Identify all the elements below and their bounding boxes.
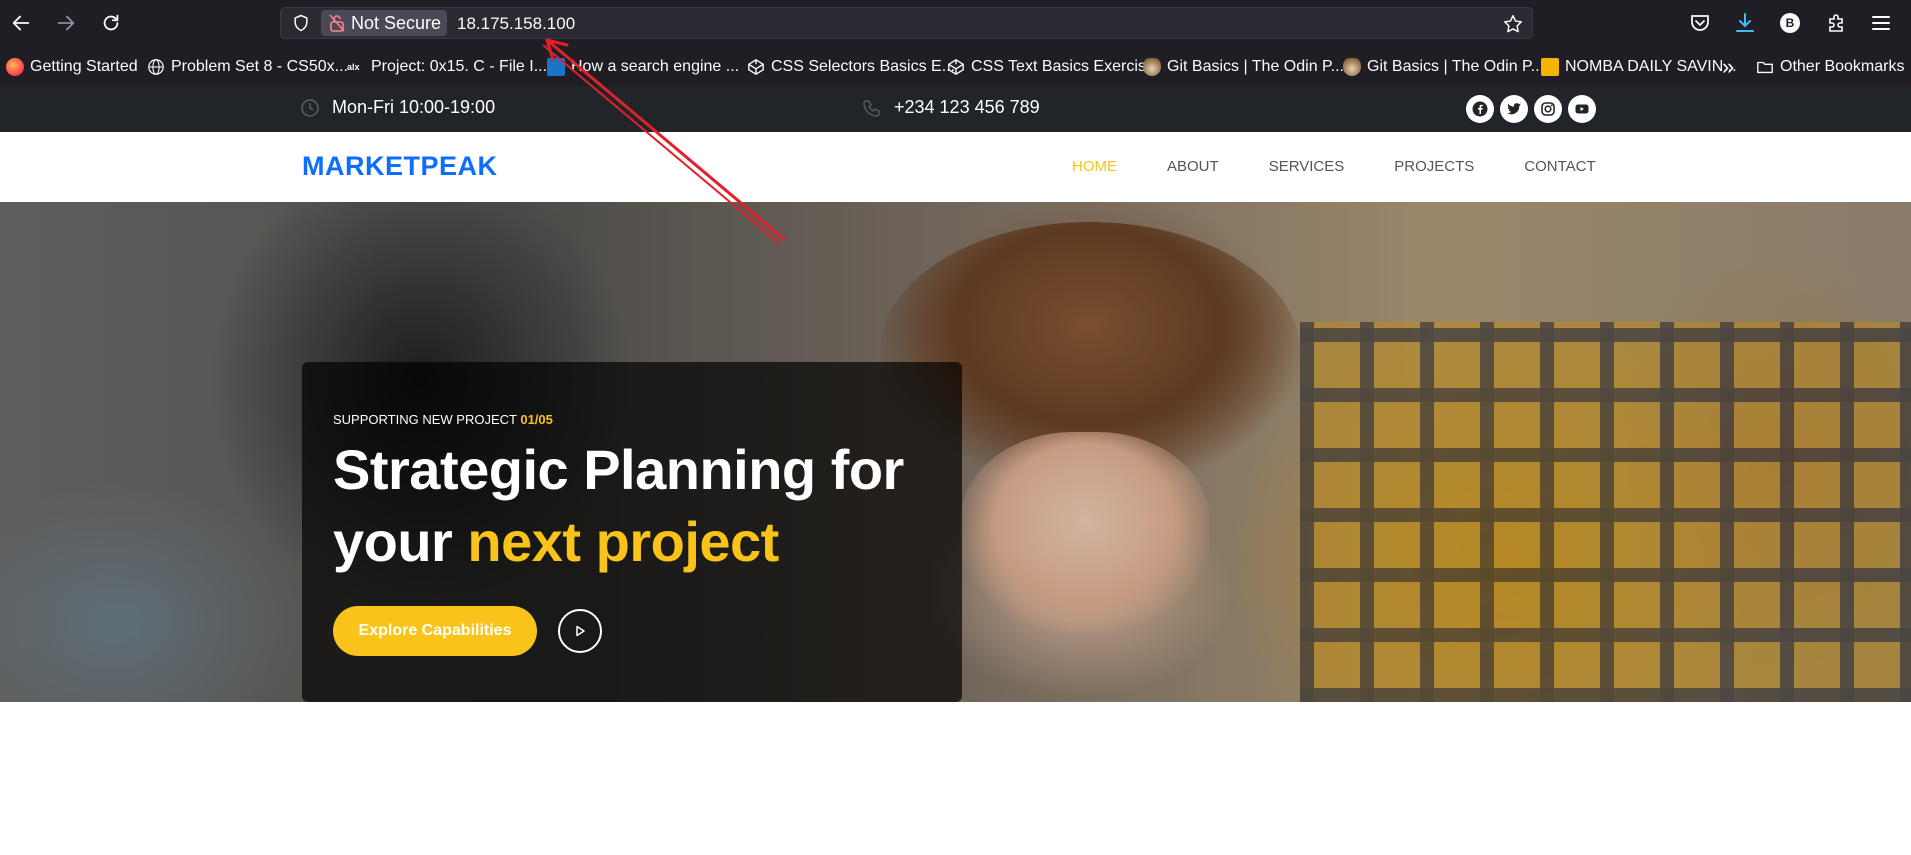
hero-title: Strategic Planning for your next project	[333, 434, 953, 578]
back-button[interactable]	[7, 9, 35, 37]
slide-counter: 01/05	[520, 412, 553, 427]
slides-icon	[1541, 58, 1559, 76]
reload-icon	[103, 14, 119, 31]
bookmark-item[interactable]: NOMBA DAILY SAVIN...	[1541, 56, 1737, 78]
hero-eyebrow: SUPPORTING NEW PROJECT 01/05	[333, 412, 553, 427]
clock-icon	[301, 98, 319, 117]
forward-button[interactable]	[52, 9, 80, 37]
hours-text: Mon-Fri 10:00-19:00	[332, 97, 496, 117]
phone-text: +234 123 456 789	[894, 97, 1040, 117]
site-header: MARKETPEAK HOME ABOUT SERVICES PROJECTS …	[0, 132, 1911, 202]
insecure-lock-icon	[329, 14, 345, 32]
bookmark-label: Project: 0x15. C - File I...	[371, 58, 548, 75]
youtube-link[interactable]	[1568, 95, 1596, 123]
not-secure-indicator[interactable]: Not Secure	[321, 10, 447, 36]
facebook-icon	[1472, 101, 1488, 117]
downloads-icon[interactable]	[1733, 11, 1757, 35]
bookmark-label: Other Bookmarks	[1780, 58, 1905, 75]
arrow-left-icon	[12, 15, 30, 31]
odin-icon	[1343, 58, 1361, 76]
codepen-icon	[948, 59, 964, 75]
nav-services[interactable]: SERVICES	[1269, 158, 1345, 175]
firefox-icon	[6, 58, 24, 76]
bookmark-label: CSS Selectors Basics E...	[771, 58, 956, 75]
instagram-icon	[1541, 102, 1555, 116]
site-topbar: Mon-Fri 10:00-19:00 +234 123 456 789	[0, 86, 1911, 132]
security-label: Not Secure	[351, 12, 442, 33]
nav-contact[interactable]: CONTACT	[1524, 158, 1595, 175]
phone-contact: +234 123 456 789	[862, 97, 1040, 118]
hero-card: SUPPORTING NEW PROJECT 01/05 Strategic P…	[302, 362, 962, 702]
bookmarks-overflow-button[interactable]: »	[1722, 54, 1735, 79]
bookmark-item[interactable]: CSS Selectors Basics E...	[747, 56, 955, 78]
bookmark-label: Problem Set 8 - CS50x...	[171, 58, 348, 75]
youtube-icon	[1575, 104, 1589, 114]
bookmark-label: Git Basics | The Odin P...	[1167, 58, 1344, 75]
bookmark-label: CSS Text Basics Exercise	[971, 58, 1155, 75]
bookmark-star-icon[interactable]	[1502, 13, 1524, 35]
phone-icon	[863, 99, 880, 117]
bookmark-label: NOMBA DAILY SAVIN...	[1565, 58, 1737, 75]
bookmark-item[interactable]: Git Basics | The Odin P...	[1143, 56, 1344, 78]
bookmark-label: Git Basics | The Odin P...	[1367, 58, 1544, 75]
image-icon	[547, 58, 565, 76]
hero-title-prefix: your	[333, 510, 453, 573]
browser-toolbar: Not Secure 18.175.158.100 B	[0, 0, 1911, 46]
bookmark-item[interactable]: How a search engine ...	[547, 56, 739, 78]
bookmark-item[interactable]: alx Project: 0x15. C - File I...	[347, 56, 547, 78]
chevron-double-right-icon: »	[1722, 54, 1735, 79]
url-bar[interactable]: Not Secure 18.175.158.100	[280, 7, 1533, 39]
bookmark-item[interactable]: Problem Set 8 - CS50x...	[147, 56, 348, 78]
folder-icon	[1757, 61, 1773, 74]
nav-projects[interactable]: PROJECTS	[1394, 158, 1474, 175]
nav-about[interactable]: ABOUT	[1167, 158, 1219, 175]
bookmarks-bar: Getting Started Problem Set 8 - CS50x...…	[0, 46, 1911, 86]
hero-title-line1: Strategic Planning for	[333, 438, 904, 501]
url-text[interactable]: 18.175.158.100	[457, 14, 575, 34]
twitter-icon	[1507, 103, 1521, 115]
business-hours: Mon-Fri 10:00-19:00	[300, 97, 495, 118]
hero-section: SUPPORTING NEW PROJECT 01/05 Strategic P…	[0, 202, 1911, 702]
bookmark-item[interactable]: Getting Started	[6, 56, 138, 78]
facebook-link[interactable]	[1466, 95, 1494, 123]
extensions-icon[interactable]	[1824, 11, 1848, 35]
instagram-link[interactable]	[1534, 95, 1562, 123]
nav-home[interactable]: HOME	[1072, 158, 1117, 175]
bookmark-label: Getting Started	[30, 58, 138, 75]
explore-capabilities-button[interactable]: Explore Capabilities	[333, 606, 537, 656]
menu-icon[interactable]	[1869, 11, 1893, 35]
hero-title-accent: next project	[467, 510, 779, 573]
main-nav: HOME ABOUT SERVICES PROJECTS CONTACT	[1072, 158, 1646, 175]
play-icon	[576, 625, 585, 637]
odin-icon	[1143, 58, 1161, 76]
bookmark-item[interactable]: CSS Text Basics Exercise	[947, 56, 1155, 78]
bookmark-label: How a search engine ...	[571, 58, 740, 75]
globe-icon	[148, 59, 164, 75]
other-bookmarks-folder[interactable]: Other Bookmarks	[1756, 56, 1904, 78]
profile-avatar[interactable]: B	[1780, 13, 1800, 33]
brand-logo[interactable]: MARKETPEAK	[302, 151, 498, 182]
bookmark-item[interactable]: Git Basics | The Odin P...	[1343, 56, 1544, 78]
twitter-link[interactable]	[1500, 95, 1528, 123]
arrow-right-icon	[57, 15, 75, 31]
alx-icon: alx	[347, 62, 360, 72]
reload-button[interactable]	[97, 9, 125, 37]
pocket-icon[interactable]	[1688, 11, 1712, 35]
social-links	[1466, 95, 1596, 123]
play-video-button[interactable]	[558, 609, 602, 653]
codepen-icon	[748, 59, 764, 75]
shield-icon[interactable]	[291, 13, 311, 33]
hero-eyebrow-text: SUPPORTING NEW PROJECT	[333, 412, 517, 427]
